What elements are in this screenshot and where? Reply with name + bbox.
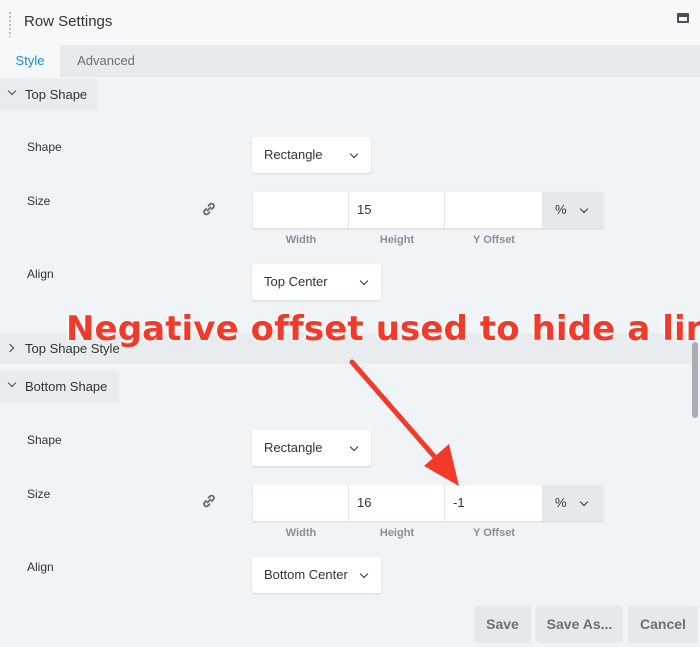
cancel-button[interactable]: Cancel — [628, 606, 698, 643]
save-as-button[interactable]: Save As... — [536, 606, 623, 643]
save-button[interactable]: Save — [474, 606, 531, 643]
annotation-arrow-icon — [349, 359, 459, 486]
